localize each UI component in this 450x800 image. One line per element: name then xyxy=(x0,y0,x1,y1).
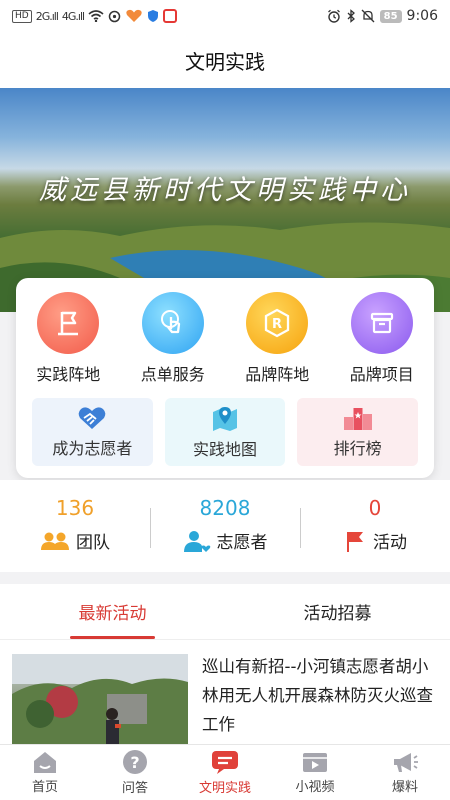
svg-text:R: R xyxy=(272,317,282,332)
nav-qa[interactable]: ? 问答 xyxy=(90,745,180,800)
service-label: 点单服务 xyxy=(140,365,205,384)
handshake-icon xyxy=(79,407,106,429)
nav-label: 爆料 xyxy=(391,780,418,795)
stat-label: 志愿者 xyxy=(216,533,268,553)
volunteer-icon xyxy=(183,530,210,552)
battery-indicator: 85 xyxy=(379,9,402,23)
map-pin-icon xyxy=(213,407,237,431)
practice-map-button[interactable]: 实践地图 xyxy=(164,398,286,466)
stat-teams[interactable]: 136 团队 xyxy=(0,480,150,572)
title-bar: 文明实践 xyxy=(0,32,450,88)
service-label: 实践阵地 xyxy=(36,365,101,384)
news-title: 巡山有新招--小河镇志愿者胡小林用无人机开展森林防灭火巡查工作 xyxy=(202,657,433,734)
sync-icon xyxy=(108,10,121,22)
nav-civilization-practice[interactable]: 文明实践 xyxy=(180,745,270,800)
hd-indicator: HD xyxy=(12,9,32,23)
nav-label: 首页 xyxy=(31,780,58,795)
service-label: 品牌阵地 xyxy=(245,365,310,384)
quick-link-label: 成为志愿者 xyxy=(52,439,133,458)
service-brand-project[interactable]: 品牌项目 xyxy=(330,292,435,385)
activity-tabs: 最新活动 活动招募 xyxy=(0,584,450,640)
stat-value: 0 xyxy=(368,496,382,520)
red-app-icon xyxy=(163,9,178,23)
svg-text:?: ? xyxy=(130,753,139,772)
service-brand-site[interactable]: R 品牌阵地 xyxy=(225,292,330,385)
nav-label: 文明实践 xyxy=(198,781,251,796)
leaderboard-button[interactable]: 排行榜 xyxy=(297,398,419,466)
stat-label: 活动 xyxy=(373,533,407,553)
nav-tip-off[interactable]: 爆料 xyxy=(360,745,450,800)
bottom-nav: 首页 ? 问答 文明实践 小视频 爆料 xyxy=(0,744,450,800)
wifi-icon xyxy=(88,10,104,22)
signal-1-indicator: 2G.ıll xyxy=(35,9,59,23)
page-title: 文明实践 xyxy=(185,49,265,74)
bluetooth-icon xyxy=(347,9,355,23)
r-badge-icon: R xyxy=(246,292,309,354)
clock: 9:06 xyxy=(406,8,438,24)
red-flag-icon xyxy=(347,531,363,552)
shield-icon xyxy=(148,10,159,22)
nav-label: 小视频 xyxy=(295,780,335,795)
service-practice-site[interactable]: 实践阵地 xyxy=(16,292,121,385)
box-icon xyxy=(350,292,413,354)
quick-link-label: 排行榜 xyxy=(333,439,382,458)
tap-icon xyxy=(141,292,204,354)
home-icon xyxy=(34,752,56,773)
services-card: 实践阵地 点单服务 R 品牌阵地 品牌项目 成为志愿者 实践地图 排行榜 xyxy=(16,278,434,478)
question-icon: ? xyxy=(123,750,147,774)
service-label: 品牌项目 xyxy=(349,365,414,384)
podium-icon xyxy=(343,408,372,430)
stat-label: 团队 xyxy=(76,533,110,553)
tab-activity-recruitment[interactable]: 活动招募 xyxy=(225,584,450,639)
stat-value: 8208 xyxy=(199,496,251,520)
become-volunteer-button[interactable]: 成为志愿者 xyxy=(32,398,153,466)
tab-latest-activities[interactable]: 最新活动 xyxy=(0,584,225,639)
news-list: 巡山有新招--小河镇志愿者胡小林用无人机开展森林防灭火巡查工作 xyxy=(0,640,450,744)
banner-title: 威远县新时代文明实践中心 xyxy=(39,175,411,206)
stats-bar: 136 团队 8208 志愿者 0 活动 xyxy=(0,480,450,572)
nav-home[interactable]: 首页 xyxy=(0,745,90,800)
nav-short-video[interactable]: 小视频 xyxy=(270,745,360,800)
video-icon xyxy=(303,753,327,772)
stat-activities[interactable]: 0 活动 xyxy=(300,480,450,572)
team-icon xyxy=(41,532,69,550)
flag-icon xyxy=(37,292,100,354)
alarm-icon xyxy=(327,9,340,23)
megaphone-icon xyxy=(394,753,418,772)
signal-2-indicator: 4G.ıll xyxy=(61,9,85,23)
nav-label: 问答 xyxy=(121,781,148,796)
news-thumbnail xyxy=(12,654,188,744)
quick-link-label: 实践地图 xyxy=(193,440,258,459)
heart-app-icon xyxy=(126,9,142,22)
service-order[interactable]: 点单服务 xyxy=(121,292,226,385)
stat-volunteers[interactable]: 8208 志愿者 xyxy=(150,480,300,572)
stat-value: 136 xyxy=(55,496,95,520)
practice-icon xyxy=(212,751,238,774)
status-bar: HD 2G.ıll 4G.ıll 85 9:06 xyxy=(0,0,450,32)
mute-icon xyxy=(361,9,375,23)
